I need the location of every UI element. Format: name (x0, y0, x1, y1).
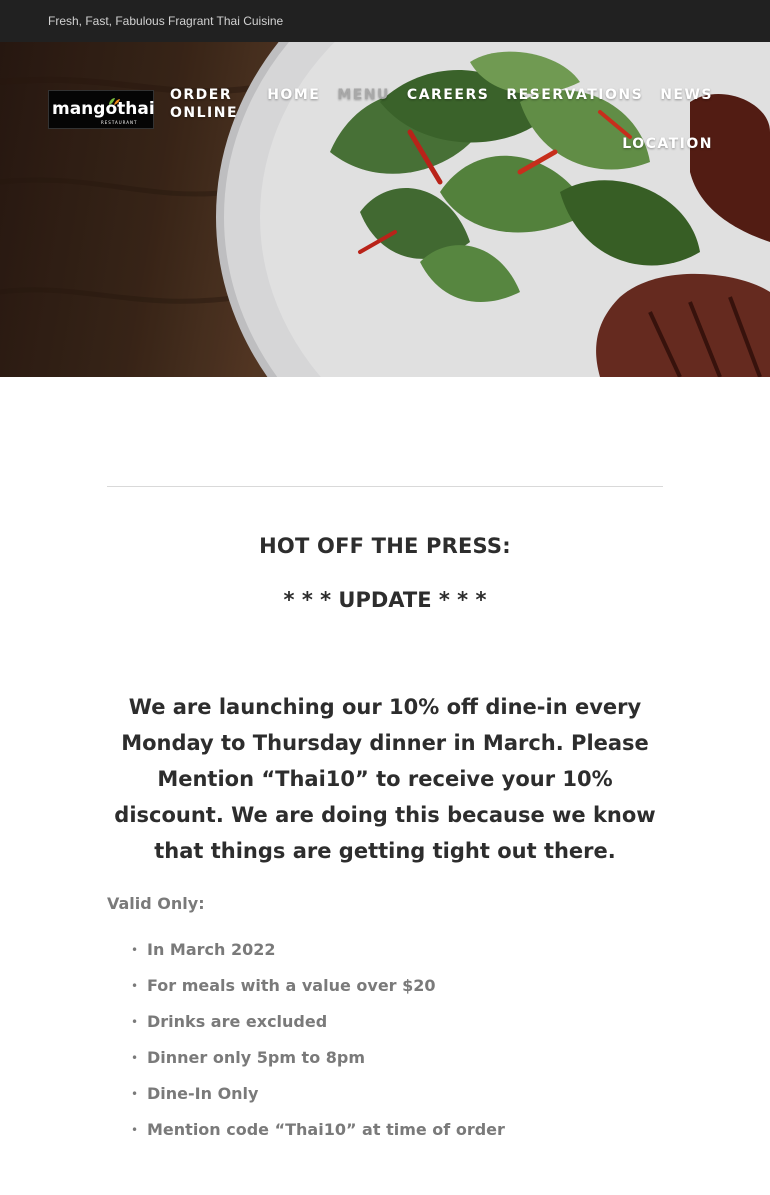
restaurant-logo[interactable]: mangothai RESTAURANT (48, 90, 155, 129)
nav-location[interactable]: LOCATION (622, 135, 713, 153)
list-item: • For meals with a value over $20 (131, 973, 505, 1009)
bullet-icon: • (131, 1123, 139, 1137)
bullet-icon: • (131, 1087, 139, 1101)
list-item: • In March 2022 (131, 937, 505, 973)
nav-reservations[interactable]: RESERVATIONS (506, 86, 643, 122)
nav-order-online[interactable]: ORDER ONLINE (170, 86, 250, 122)
bullet-icon: • (131, 943, 139, 957)
condition-text: Dinner only 5pm to 8pm (147, 1048, 366, 1067)
logo-wordmark: mangothai (52, 99, 155, 119)
nav-row-secondary: LOCATION (153, 135, 713, 153)
condition-text: For meals with a value over $20 (147, 976, 436, 995)
bullet-icon: • (131, 1015, 139, 1029)
condition-text: Mention code “Thai10” at time of order (147, 1120, 505, 1139)
bullet-icon: • (131, 1051, 139, 1065)
main-navigation: ORDER ONLINE HOME MENU CAREERS RESERVATI… (153, 86, 713, 153)
bullet-icon: • (131, 979, 139, 993)
nav-menu[interactable]: MENU (337, 86, 390, 122)
hero-banner: mangothai RESTAURANT ORDER ONLINE HOME M… (0, 42, 770, 377)
condition-text: In March 2022 (147, 940, 276, 959)
update-heading: * * * UPDATE * * * (283, 588, 487, 612)
nav-home[interactable]: HOME (267, 86, 320, 122)
announcement-text: We are launching our 10% off dine-in eve… (114, 695, 656, 863)
nav-news[interactable]: NEWS (660, 86, 713, 122)
top-bar: Fresh, Fast, Fabulous Fragrant Thai Cuis… (0, 0, 770, 42)
conditions-list: • In March 2022 • For meals with a value … (131, 937, 505, 1153)
valid-only-label: Valid Only: (107, 894, 205, 913)
condition-text: Dine-In Only (147, 1084, 259, 1103)
content-divider (107, 486, 663, 487)
list-item: • Drinks are excluded (131, 1009, 505, 1045)
list-item: • Dine-In Only (131, 1081, 505, 1117)
nav-row-primary: ORDER ONLINE HOME MENU CAREERS RESERVATI… (153, 86, 713, 122)
condition-text: Drinks are excluded (147, 1012, 328, 1031)
tagline: Fresh, Fast, Fabulous Fragrant Thai Cuis… (48, 14, 284, 28)
list-item: • Dinner only 5pm to 8pm (131, 1045, 505, 1081)
logo-subtitle: RESTAURANT (101, 120, 138, 125)
list-item: • Mention code “Thai10” at time of order (131, 1117, 505, 1153)
post-heading: HOT OFF THE PRESS: (259, 534, 511, 558)
nav-careers[interactable]: CAREERS (407, 86, 489, 122)
